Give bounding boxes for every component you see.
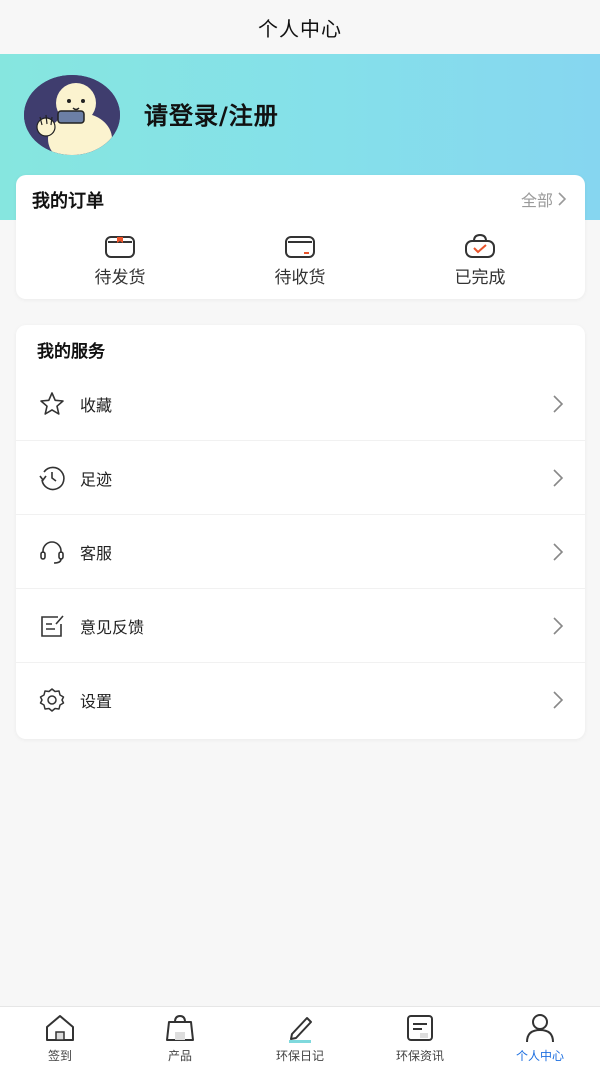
login-register-link[interactable]: 请登录/注册 xyxy=(144,96,279,131)
tab-label: 产品 xyxy=(167,1049,192,1063)
top-nav-bar: 个人中心 xyxy=(0,0,600,54)
person-icon xyxy=(526,1014,554,1043)
page-title: 个人中心 xyxy=(258,16,342,41)
service-item-feedback[interactable]: 意见反馈 xyxy=(16,589,585,663)
chevron-right-icon xyxy=(553,394,564,413)
shopping-bag-icon xyxy=(166,1014,194,1041)
services-title: 我的服务 xyxy=(37,342,105,362)
service-item-favorites[interactable]: 收藏 xyxy=(16,367,585,441)
gear-icon xyxy=(37,685,67,715)
view-all-orders-link[interactable]: 全部 xyxy=(521,187,567,211)
chevron-right-icon xyxy=(558,192,567,206)
tab-label: 环保资讯 xyxy=(395,1049,444,1063)
chevron-right-icon xyxy=(553,468,564,487)
tab-eco-diary[interactable]: 环保日记 xyxy=(240,1013,360,1067)
star-icon xyxy=(37,389,67,419)
service-item-label: 客服 xyxy=(80,543,113,563)
tab-products[interactable]: 产品 xyxy=(120,1013,240,1067)
news-icon xyxy=(407,1015,433,1041)
my-services-card: 我的服务 收藏 足迹 客服 意见反馈 设置 xyxy=(16,325,585,739)
order-status-pending-receipt[interactable]: 待收货 xyxy=(240,233,360,288)
tab-profile[interactable]: 个人中心 xyxy=(480,1013,600,1067)
chevron-right-icon xyxy=(553,616,564,635)
orders-title: 我的订单 xyxy=(32,191,104,212)
order-status-pending-shipment[interactable]: 待发货 xyxy=(60,233,180,288)
headset-icon xyxy=(37,537,67,567)
order-status-completed[interactable]: 已完成 xyxy=(420,233,540,288)
box-pending-icon xyxy=(105,236,135,258)
service-item-label: 设置 xyxy=(80,692,113,711)
tab-eco-news[interactable]: 环保资讯 xyxy=(360,1013,480,1067)
home-icon xyxy=(46,1015,74,1041)
service-item-history[interactable]: 足迹 xyxy=(16,441,585,515)
feedback-edit-icon xyxy=(37,611,67,641)
tab-label: 环保日记 xyxy=(275,1049,324,1063)
tab-label: 个人中心 xyxy=(515,1049,564,1063)
box-receive-icon xyxy=(285,236,315,258)
view-all-label: 全部 xyxy=(520,191,553,210)
avatar[interactable] xyxy=(24,75,120,155)
order-status-label: 待收货 xyxy=(274,268,326,288)
bottom-tab-bar: 签到 产品 环保日记 环保资讯 个人中心 xyxy=(0,1006,600,1067)
clock-icon xyxy=(37,463,67,493)
service-item-customer-service[interactable]: 客服 xyxy=(16,515,585,589)
bag-check-icon xyxy=(465,233,495,258)
tab-checkin[interactable]: 签到 xyxy=(0,1013,120,1067)
order-status-label: 已完成 xyxy=(454,268,506,288)
service-item-label: 足迹 xyxy=(80,469,113,489)
chevron-right-icon xyxy=(553,691,564,709)
service-item-label: 收藏 xyxy=(80,395,113,415)
service-item-label: 意见反馈 xyxy=(80,617,145,637)
avatar-illustration-icon xyxy=(24,75,120,155)
order-status-label: 待发货 xyxy=(94,268,146,288)
tab-label: 签到 xyxy=(47,1049,72,1063)
service-item-settings[interactable]: 设置 xyxy=(16,663,585,737)
my-orders-card: 我的订单 全部 待发货 待收货 已完成 xyxy=(16,175,585,299)
chevron-right-icon xyxy=(553,542,564,561)
pencil-icon xyxy=(289,1017,312,1043)
